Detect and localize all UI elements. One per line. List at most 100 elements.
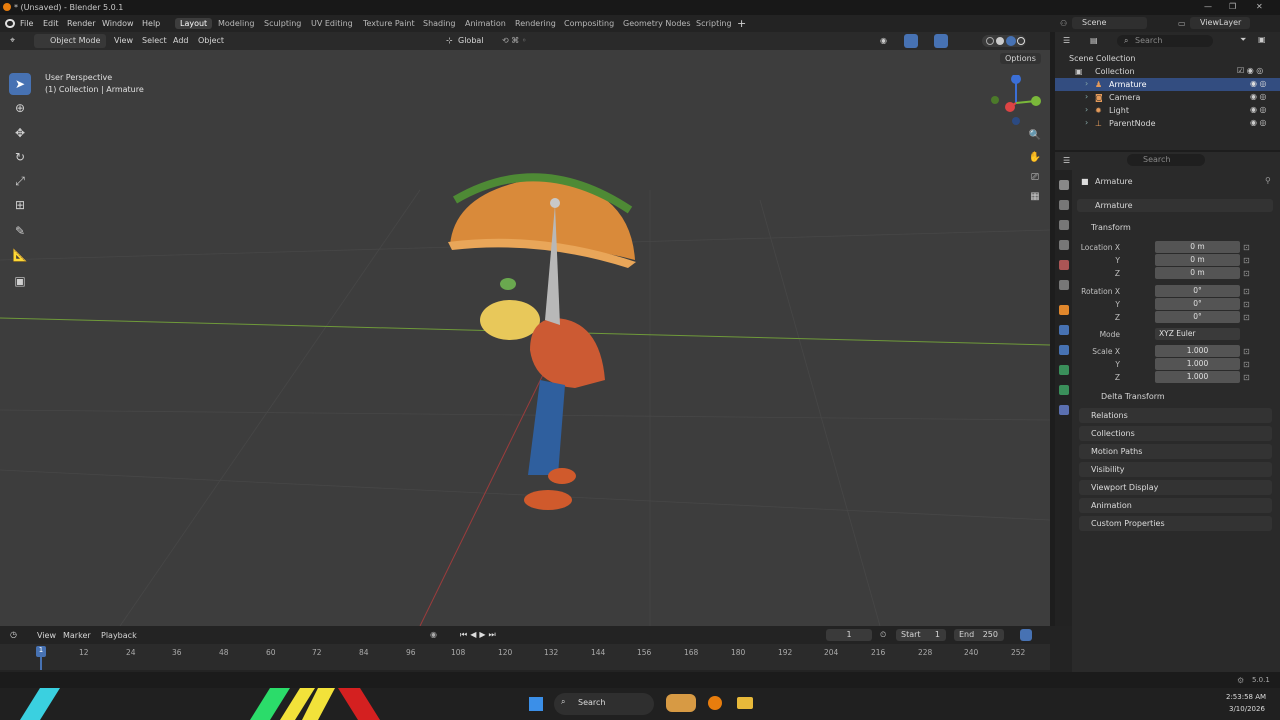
menu-file[interactable]: File — [20, 19, 33, 28]
outliner-editor-icon[interactable]: ☰ — [1063, 36, 1070, 45]
ortho-grid-icon[interactable]: ▦ — [1026, 188, 1044, 206]
timeline-track[interactable] — [0, 644, 1050, 670]
timeline-menu-playback[interactable]: Playback — [101, 631, 137, 640]
row-toggles-icon[interactable]: ☑ ◉ ◎ — [1237, 66, 1263, 75]
outliner-row-collection[interactable]: ▣ Collection ☑ ◉ ◎ — [1055, 65, 1280, 78]
armature-data-tab-icon[interactable] — [1059, 385, 1069, 395]
current-frame-field[interactable]: 1 — [826, 629, 872, 641]
scale-x-field[interactable]: 1.000 — [1155, 345, 1240, 357]
menu-window[interactable]: Window — [102, 19, 134, 28]
collections-panel-header[interactable]: Collections — [1079, 426, 1272, 441]
minimize-icon[interactable]: — — [1204, 2, 1212, 11]
timeline-menu-marker[interactable]: Marker — [63, 631, 91, 640]
output-tab-icon[interactable] — [1059, 220, 1069, 230]
3d-viewport[interactable]: ➤ ⊕ ✥ ↻ ⤢ ⊞ ✎ 📐 ▣ User Perspective (1) C… — [0, 50, 1050, 626]
cursor-tool-icon[interactable]: ⊕ — [9, 97, 31, 119]
row-toggles-icon[interactable]: ◉ ◎ — [1250, 105, 1267, 114]
pan-hand-icon[interactable]: ✋ — [1026, 149, 1044, 167]
object-mode-dropdown[interactable]: Object Mode — [34, 34, 106, 48]
tab-shading[interactable]: Shading — [418, 18, 461, 29]
animation-panel-header[interactable]: Animation — [1079, 498, 1272, 513]
timeline-menu-view[interactable]: View — [37, 631, 56, 640]
blender-menu-icon[interactable] — [5, 19, 15, 28]
tab-texture-paint[interactable]: Texture Paint — [358, 18, 420, 29]
taskbar-search[interactable]: Search — [554, 693, 654, 715]
outliner-search[interactable]: Search — [1117, 35, 1213, 47]
viewport-menu-object[interactable]: Object — [198, 36, 224, 45]
add-workspace-icon[interactable]: + — [737, 17, 746, 30]
select-tool-icon[interactable]: ➤ — [9, 73, 31, 95]
outliner-row-scene-collection[interactable]: Scene Collection — [1055, 52, 1280, 65]
tab-rendering[interactable]: Rendering — [510, 18, 561, 29]
timeline-editor-icon[interactable]: ◷ — [10, 630, 17, 639]
tab-animation[interactable]: Animation — [460, 18, 511, 29]
row-toggles-icon[interactable]: ◉ ◎ — [1250, 92, 1267, 101]
new-collection-icon[interactable]: ▣ — [1258, 35, 1266, 44]
windows-start-icon[interactable] — [529, 697, 543, 711]
lock-icons[interactable]: ⊡ ⊡ ⊡ — [1243, 285, 1250, 324]
scale-tool-icon[interactable]: ⤢ — [9, 170, 31, 192]
move-tool-icon[interactable]: ✥ — [9, 122, 31, 144]
filter-icon[interactable]: ⏷ — [1240, 35, 1246, 45]
material-shading-icon[interactable] — [1006, 36, 1016, 46]
outliner-display-icon[interactable]: ▤ — [1090, 36, 1098, 45]
rotation-x-field[interactable]: 0° — [1155, 285, 1240, 297]
lock-icons[interactable]: ⊡ ⊡ ⊡ — [1243, 345, 1250, 384]
overlay-toggle-icon[interactable] — [934, 34, 948, 48]
end-frame-field[interactable]: End 250 — [954, 629, 1004, 641]
start-frame-field[interactable]: Start 1 — [896, 629, 946, 641]
properties-editor-icon[interactable]: ☰ — [1063, 156, 1070, 165]
annotate-tool-icon[interactable]: ✎ — [9, 220, 31, 242]
visibility-icon[interactable]: ◉ — [880, 36, 887, 45]
rotation-z-field[interactable]: 0° — [1155, 311, 1240, 323]
bone-tab-icon[interactable] — [1059, 405, 1069, 415]
scale-z-field[interactable]: 1.000 — [1155, 371, 1240, 383]
tab-scripting[interactable]: Scripting — [691, 18, 737, 29]
rendered-shading-icon[interactable] — [1017, 37, 1025, 45]
rotation-y-field[interactable]: 0° — [1155, 298, 1240, 310]
viewport-menu-select[interactable]: Select — [142, 36, 167, 45]
view-layer-selector[interactable]: ViewLayer — [1190, 17, 1250, 29]
gizmo-toggle-icon[interactable] — [904, 34, 918, 48]
viewport-menu-view[interactable]: View — [114, 36, 133, 45]
navigation-gizmo[interactable] — [988, 75, 1044, 127]
scale-y-field[interactable]: 1.000 — [1155, 358, 1240, 370]
auto-keying-icon[interactable]: ◉ — [430, 630, 437, 639]
object-name-field[interactable]: Armature — [1077, 199, 1273, 212]
tool-tab-icon[interactable] — [1059, 180, 1069, 190]
row-toggles-icon[interactable]: ◉ ◎ — [1250, 118, 1267, 127]
orientation-dropdown[interactable]: Global — [458, 36, 484, 45]
tab-compositing[interactable]: Compositing — [559, 18, 619, 29]
viewport-menu-add[interactable]: Add — [173, 36, 189, 45]
location-x-field[interactable]: 0 m — [1155, 241, 1240, 253]
delta-transform-subpanel[interactable]: Delta Transform — [1093, 392, 1165, 401]
expand-chevron-icon[interactable]: › — [1085, 92, 1088, 101]
scene-selector[interactable]: Scene — [1072, 17, 1147, 29]
rotation-mode-dropdown[interactable]: XYZ Euler — [1155, 328, 1240, 340]
outliner-row-light[interactable]: › ✹ Light ◉ ◎ — [1055, 104, 1280, 117]
outliner-row-armature[interactable]: › ♟ Armature ◉ ◎ — [1055, 78, 1280, 91]
close-icon[interactable]: ✕ — [1256, 2, 1263, 11]
options-dropdown[interactable]: Options — [1000, 53, 1041, 64]
expand-chevron-icon[interactable]: › — [1085, 79, 1088, 88]
outliner-row-camera[interactable]: › ◙ Camera ◉ ◎ — [1055, 91, 1280, 104]
expand-chevron-icon[interactable]: › — [1085, 118, 1088, 127]
tab-uv-editing[interactable]: UV Editing — [306, 18, 358, 29]
expand-chevron-icon[interactable]: › — [1085, 105, 1088, 114]
wireframe-shading-icon[interactable] — [986, 37, 994, 45]
menu-help[interactable]: Help — [142, 19, 160, 28]
properties-search[interactable]: Search — [1127, 154, 1205, 166]
blender-taskbar-icon[interactable] — [708, 696, 722, 710]
add-cube-tool-icon[interactable]: ▣ — [9, 270, 31, 292]
menu-edit[interactable]: Edit — [43, 19, 59, 28]
render-tab-icon[interactable] — [1059, 200, 1069, 210]
tab-geometry-nodes[interactable]: Geometry Nodes — [618, 18, 695, 29]
editor-type-icon[interactable]: ⌖ — [10, 36, 15, 46]
custom-properties-panel-header[interactable]: Custom Properties — [1079, 516, 1272, 531]
location-y-field[interactable]: 0 m — [1155, 254, 1240, 266]
pin-icon[interactable]: ⚲ — [1265, 176, 1271, 185]
rotate-tool-icon[interactable]: ↻ — [9, 146, 31, 168]
pivot-icon[interactable]: ⟲ ⌘ ◦ — [502, 36, 527, 45]
menu-render[interactable]: Render — [67, 19, 95, 28]
widgets-icon[interactable] — [666, 694, 696, 712]
